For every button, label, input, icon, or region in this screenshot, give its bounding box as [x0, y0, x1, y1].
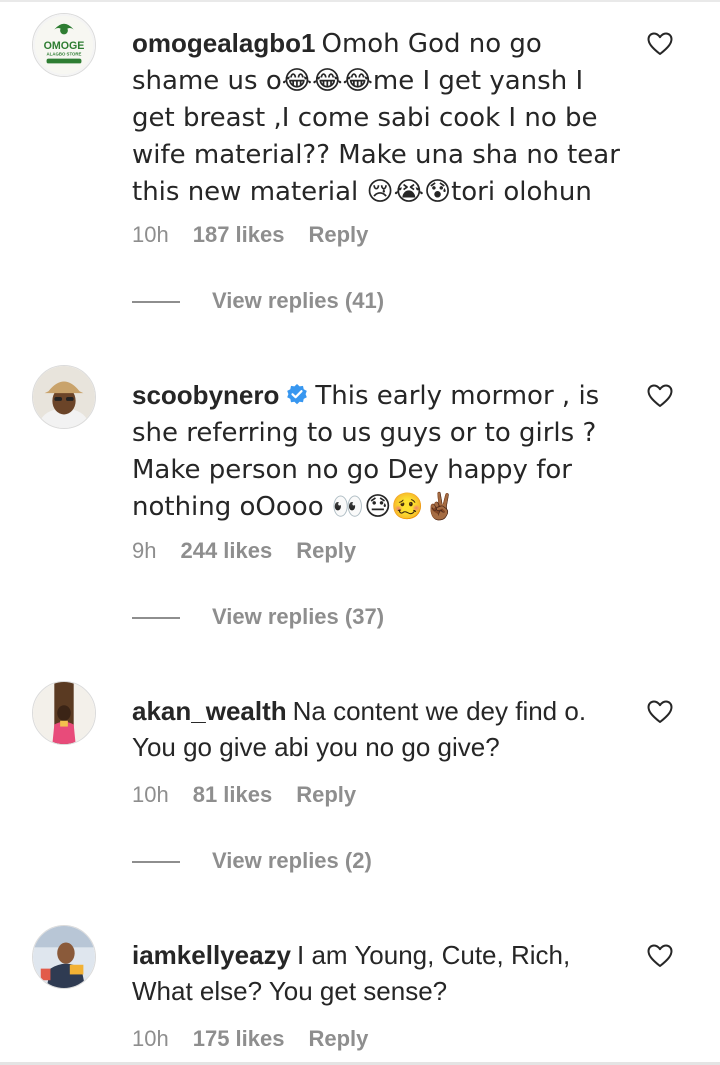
avatar-akan_wealth[interactable] — [32, 681, 96, 745]
like-heart-icon[interactable] — [647, 944, 673, 968]
comment-time: 10h — [132, 1026, 169, 1051]
comment-likes[interactable]: 187 likes — [193, 221, 285, 249]
avatar-scoobynero[interactable] — [32, 365, 96, 429]
comment-likes[interactable]: 81 likes — [193, 781, 273, 809]
view-replies-button[interactable]: View replies (37) — [132, 602, 384, 632]
replies-divider — [132, 861, 180, 864]
view-replies-label: View replies (37) — [212, 604, 385, 629]
view-replies-label: View replies (2) — [212, 848, 372, 873]
user-photo-avatar-icon — [33, 926, 95, 988]
svg-text:OMOGE: OMOGE — [44, 40, 85, 52]
reply-button[interactable]: Reply — [296, 537, 356, 565]
comment-time: 10h — [132, 222, 169, 247]
like-heart-icon[interactable] — [647, 700, 673, 724]
comment-body: iamkellyeazy I am Young, Cute, Rich, What… — [132, 937, 624, 1009]
comment-username[interactable]: omogealagbo1 — [132, 28, 315, 58]
view-replies-button[interactable]: View replies (41) — [132, 286, 384, 316]
comment-body: omogealagbo1 Omoh God no go shame us o😂😂😂… — [132, 25, 624, 210]
comment-username[interactable]: iamkellyeazy — [132, 940, 291, 970]
replies-divider — [132, 301, 180, 304]
view-replies-label: View replies (41) — [212, 288, 385, 313]
like-heart-icon[interactable] — [647, 384, 673, 408]
verified-badge-icon — [285, 383, 309, 407]
comment-username[interactable]: akan_wealth — [132, 696, 287, 726]
view-replies-button[interactable]: View replies (2) — [132, 846, 372, 876]
comment-likes[interactable]: 244 likes — [180, 537, 272, 565]
comment-body: akan_wealth Na content we dey find o. You… — [132, 693, 624, 765]
avatar-omogealagbo1[interactable]: OMOGE ALAGBO STORE — [32, 13, 96, 77]
reply-button[interactable]: Reply — [296, 781, 356, 809]
reply-button[interactable]: Reply — [308, 1025, 368, 1053]
comment-meta: 9h 244 likes Reply — [132, 537, 380, 565]
omoge-store-logo-icon: OMOGE ALAGBO STORE — [33, 14, 95, 76]
comment-likes[interactable]: 175 likes — [193, 1025, 285, 1053]
user-photo-avatar-icon — [33, 366, 95, 428]
reply-button[interactable]: Reply — [308, 221, 368, 249]
top-divider — [0, 0, 720, 2]
user-photo-avatar-icon — [33, 682, 95, 744]
like-heart-icon[interactable] — [647, 32, 673, 56]
replies-divider — [132, 617, 180, 620]
comment-time: 9h — [132, 538, 157, 563]
avatar-iamkellyeazy[interactable] — [32, 925, 96, 989]
comment-meta: 10h 187 likes Reply — [132, 221, 392, 249]
comment-username[interactable]: scoobynero — [132, 380, 279, 410]
comment-body: scoobynero This early mormor , is she ref… — [132, 377, 624, 525]
comment-meta: 10h 175 likes Reply — [132, 1025, 392, 1053]
svg-text:ALAGBO STORE: ALAGBO STORE — [47, 52, 82, 57]
comments-screen: OMOGE ALAGBO STORE omogealagbo1 Omoh God … — [0, 0, 720, 1065]
comment-meta: 10h 81 likes Reply — [132, 781, 380, 809]
comment-time: 10h — [132, 782, 169, 807]
